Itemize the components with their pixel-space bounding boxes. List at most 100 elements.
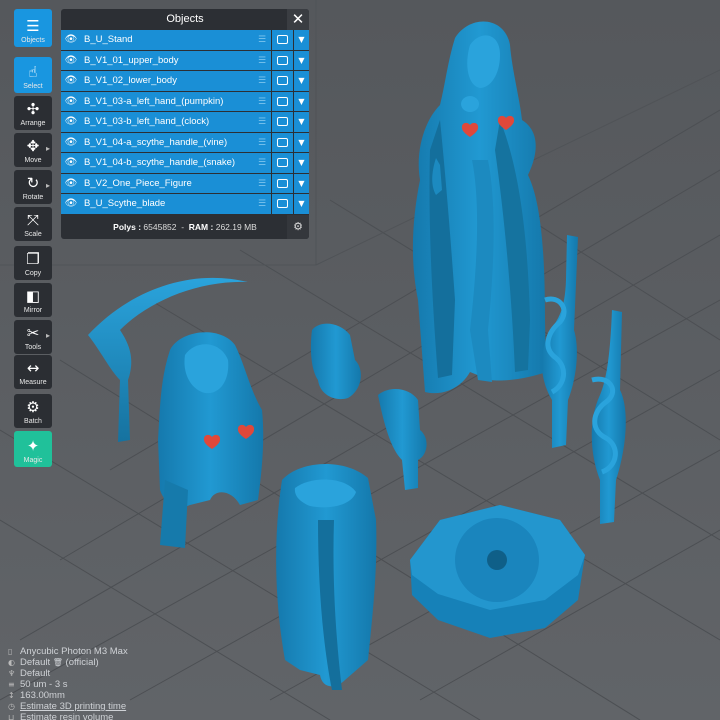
chevron-down-icon[interactable]: ▼ bbox=[293, 71, 309, 91]
rotate-tool-label: Rotate bbox=[22, 194, 44, 201]
copy-tool-button[interactable]: ❐ Copy bbox=[14, 246, 52, 280]
eye-icon[interactable]: 👁 bbox=[61, 178, 81, 189]
submenu-arrow-icon: ▸ bbox=[45, 144, 50, 153]
object-row[interactable]: 👁 B_V1_04-a_scythe_handle_(vine) ☰ ▼ bbox=[61, 132, 309, 153]
rotate-icon: ↻ bbox=[26, 174, 40, 192]
chevron-down-icon[interactable]: ▼ bbox=[293, 112, 309, 132]
eye-icon[interactable]: 👁 bbox=[61, 55, 81, 66]
layers-icon: ≡ bbox=[8, 680, 15, 689]
object-settings-icon[interactable] bbox=[271, 153, 293, 173]
scale-tool-button[interactable]: ⤧ Scale bbox=[14, 207, 52, 241]
height-value: 163.00mm bbox=[20, 690, 65, 701]
object-settings-icon[interactable] bbox=[271, 71, 293, 91]
measure-tool-button[interactable]: ↔ Measure bbox=[14, 355, 52, 389]
chevron-down-icon[interactable]: ▼ bbox=[293, 194, 309, 214]
object-row[interactable]: 👁 B_U_Stand ☰ ▼ bbox=[61, 30, 309, 51]
estimate-resin-link[interactable]: ⊔ Estimate resin volume bbox=[8, 712, 128, 720]
support-name: Default bbox=[20, 668, 51, 679]
select-tool-button[interactable]: ☝ Select bbox=[14, 57, 52, 93]
chevron-down-icon[interactable]: ▼ bbox=[293, 50, 309, 70]
drag-handle-icon[interactable]: ☰ bbox=[253, 92, 271, 112]
objects-panel: Objects ✕ 👁 B_U_Stand ☰ ▼ 👁 B_V1_01_upper_bod… bbox=[61, 9, 309, 239]
ram-value: 262.19 MB bbox=[215, 221, 257, 232]
mirror-tool-button[interactable]: ◧ Mirror bbox=[14, 283, 52, 317]
profile-name: Default bbox=[20, 657, 51, 668]
chevron-down-icon[interactable]: ▼ bbox=[293, 91, 309, 111]
chevron-down-icon[interactable]: ▼ bbox=[293, 132, 309, 152]
profile-info[interactable]: ◐ Default 🗑 (official) bbox=[8, 657, 128, 668]
drag-handle-icon[interactable]: ☰ bbox=[253, 133, 271, 153]
object-row[interactable]: 👁 B_V1_04-b_scythe_handle_(snake) ☰ ▼ bbox=[61, 153, 309, 174]
object-settings-icon[interactable] bbox=[271, 30, 293, 50]
object-settings-icon[interactable] bbox=[271, 91, 293, 111]
copy-icon: ❐ bbox=[26, 250, 40, 268]
polys-label: Polys : bbox=[113, 221, 142, 232]
chevron-down-icon[interactable]: ▼ bbox=[293, 153, 309, 173]
printer-icon: ▯ bbox=[8, 647, 13, 656]
eye-icon[interactable]: 👁 bbox=[61, 34, 81, 45]
object-row[interactable]: 👁 B_V1_03-b_left_hand_(clock) ☰ ▼ bbox=[61, 112, 309, 133]
arrange-tool-button[interactable]: ✣ Arrange bbox=[14, 96, 52, 130]
profile-suffix: (official) bbox=[65, 657, 99, 668]
tools-tool-label: Tools bbox=[24, 344, 42, 351]
trash-icon: 🗑 bbox=[52, 658, 63, 667]
object-row[interactable]: 👁 B_V1_03-a_left_hand_(pumpkin) ☰ ▼ bbox=[61, 91, 309, 112]
drag-handle-icon[interactable]: ☰ bbox=[253, 51, 271, 71]
objects-tool-button[interactable]: ☰ Objects bbox=[14, 9, 52, 47]
estimate-time-text: Estimate 3D printing time bbox=[20, 701, 127, 712]
drag-handle-icon[interactable]: ☰ bbox=[253, 112, 271, 132]
estimate-time-link[interactable]: ◷ Estimate 3D printing time bbox=[8, 701, 128, 712]
drag-handle-icon[interactable]: ☰ bbox=[253, 153, 271, 173]
object-row[interactable]: 👁 B_V2_One_Piece_Figure ☰ ▼ bbox=[61, 173, 309, 194]
object-row[interactable]: 👁 B_V1_02_lower_body ☰ ▼ bbox=[61, 71, 309, 92]
object-settings-icon[interactable] bbox=[271, 112, 293, 132]
object-settings-icon[interactable] bbox=[271, 132, 293, 152]
magic-tool-button[interactable]: ✦ Magic bbox=[14, 431, 52, 467]
close-icon[interactable]: ✕ bbox=[287, 9, 309, 30]
printer-name: Anycubic Photon M3 Max bbox=[20, 646, 128, 657]
eye-icon[interactable]: 👁 bbox=[61, 137, 81, 148]
eye-icon[interactable]: 👁 bbox=[61, 96, 81, 107]
scale-icon: ⤧ bbox=[26, 211, 39, 229]
object-row[interactable]: 👁 B_V1_01_upper_body ☰ ▼ bbox=[61, 50, 309, 71]
drag-handle-icon[interactable]: ☰ bbox=[253, 71, 271, 91]
magic-tool-label: Magic bbox=[23, 457, 43, 464]
printer-info[interactable]: ▯ Anycubic Photon M3 Max bbox=[8, 646, 128, 657]
lower-body-model bbox=[276, 463, 377, 690]
object-name: B_V1_04-a_scythe_handle_(vine) bbox=[84, 136, 228, 148]
rotate-tool-button[interactable]: ↻ Rotate ▸ bbox=[14, 170, 52, 204]
chevron-down-icon[interactable]: ▼ bbox=[293, 173, 309, 193]
chevron-down-icon[interactable]: ▼ bbox=[293, 30, 309, 50]
move-arrows-icon: ✥ bbox=[26, 137, 40, 155]
eye-icon[interactable]: 👁 bbox=[61, 157, 81, 168]
eye-icon[interactable]: 👁 bbox=[61, 116, 81, 127]
object-settings-icon[interactable] bbox=[271, 173, 293, 193]
drag-handle-icon[interactable]: ☰ bbox=[253, 174, 271, 194]
object-row[interactable]: 👁 B_U_Scythe_blade ☰ ▼ bbox=[61, 194, 309, 215]
scale-tool-label: Scale bbox=[24, 231, 42, 238]
objects-tool-label: Objects bbox=[21, 37, 45, 44]
batch-tool-button[interactable]: ⚙ Batch bbox=[14, 394, 52, 428]
object-list: 👁 B_U_Stand ☰ ▼ 👁 B_V1_01_upper_body ☰ ▼ 👁 B_V1_0… bbox=[61, 30, 309, 215]
mirror-icon: ◧ bbox=[25, 287, 41, 305]
object-name: B_U_Scythe_blade bbox=[84, 198, 166, 210]
copy-tool-label: Copy bbox=[24, 270, 42, 277]
object-settings-icon[interactable] bbox=[271, 194, 293, 214]
move-tool-button[interactable]: ✥ Move ▸ bbox=[14, 133, 52, 167]
eye-icon[interactable]: 👁 bbox=[61, 75, 81, 86]
drag-handle-icon[interactable]: ☰ bbox=[253, 30, 271, 50]
object-name: B_V1_04-b_scythe_handle_(snake) bbox=[84, 157, 236, 169]
object-name: B_V1_01_upper_body bbox=[84, 54, 179, 66]
object-settings-icon[interactable] bbox=[271, 50, 293, 70]
tools-tool-button[interactable]: ✂ Tools ▸ bbox=[14, 320, 52, 354]
move-tool-label: Move bbox=[24, 157, 42, 164]
arrange-tool-label: Arrange bbox=[20, 120, 46, 127]
resin-drop-icon: ◐ bbox=[8, 658, 15, 667]
gear-icon[interactable]: ⚙ bbox=[287, 214, 309, 239]
objects-panel-header: Objects ✕ bbox=[61, 9, 309, 30]
object-name: B_V1_03-a_left_hand_(pumpkin) bbox=[84, 95, 224, 107]
eye-icon[interactable]: 👁 bbox=[61, 198, 81, 209]
drag-handle-icon[interactable]: ☰ bbox=[253, 194, 271, 214]
estimate-resin-text: Estimate resin volume bbox=[20, 712, 114, 720]
support-info[interactable]: ♆ Default bbox=[8, 668, 128, 679]
